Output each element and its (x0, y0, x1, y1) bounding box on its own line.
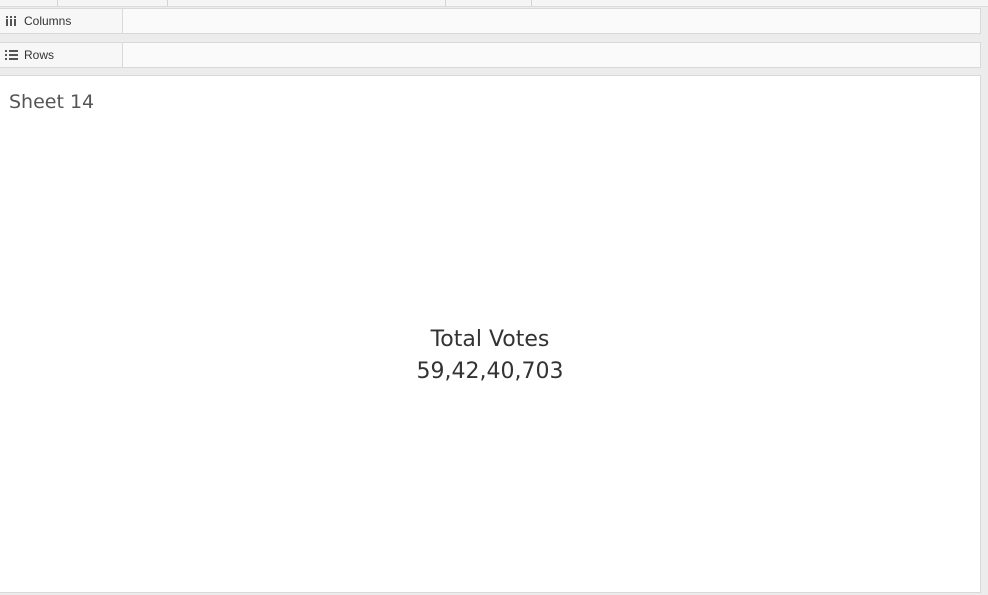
top-tab-strip (0, 0, 988, 7)
rows-label: Rows (24, 48, 55, 62)
rows-drop-area[interactable] (123, 43, 980, 67)
rows-shelf-label: Rows (0, 43, 123, 67)
columns-drop-area[interactable] (123, 9, 980, 33)
rows-shelf: Rows (0, 42, 981, 68)
tab-divider (167, 0, 168, 6)
columns-label: Columns (24, 14, 72, 28)
columns-icon (5, 15, 18, 27)
sheet-title[interactable]: Sheet 14 (9, 91, 94, 113)
kpi-text-mark[interactable]: Total Votes 59,42,40,703 (0, 324, 980, 388)
tab-divider (445, 0, 446, 6)
tab-divider (531, 0, 532, 6)
worksheet-canvas[interactable]: Sheet 14 Total Votes 59,42,40,703 (0, 75, 981, 593)
tab-divider (57, 0, 58, 6)
columns-shelf-label: Columns (0, 9, 123, 33)
columns-shelf: Columns (0, 8, 981, 34)
rows-icon (5, 49, 18, 61)
kpi-value: 59,42,40,703 (416, 359, 564, 384)
kpi-label: Total Votes (430, 327, 550, 352)
